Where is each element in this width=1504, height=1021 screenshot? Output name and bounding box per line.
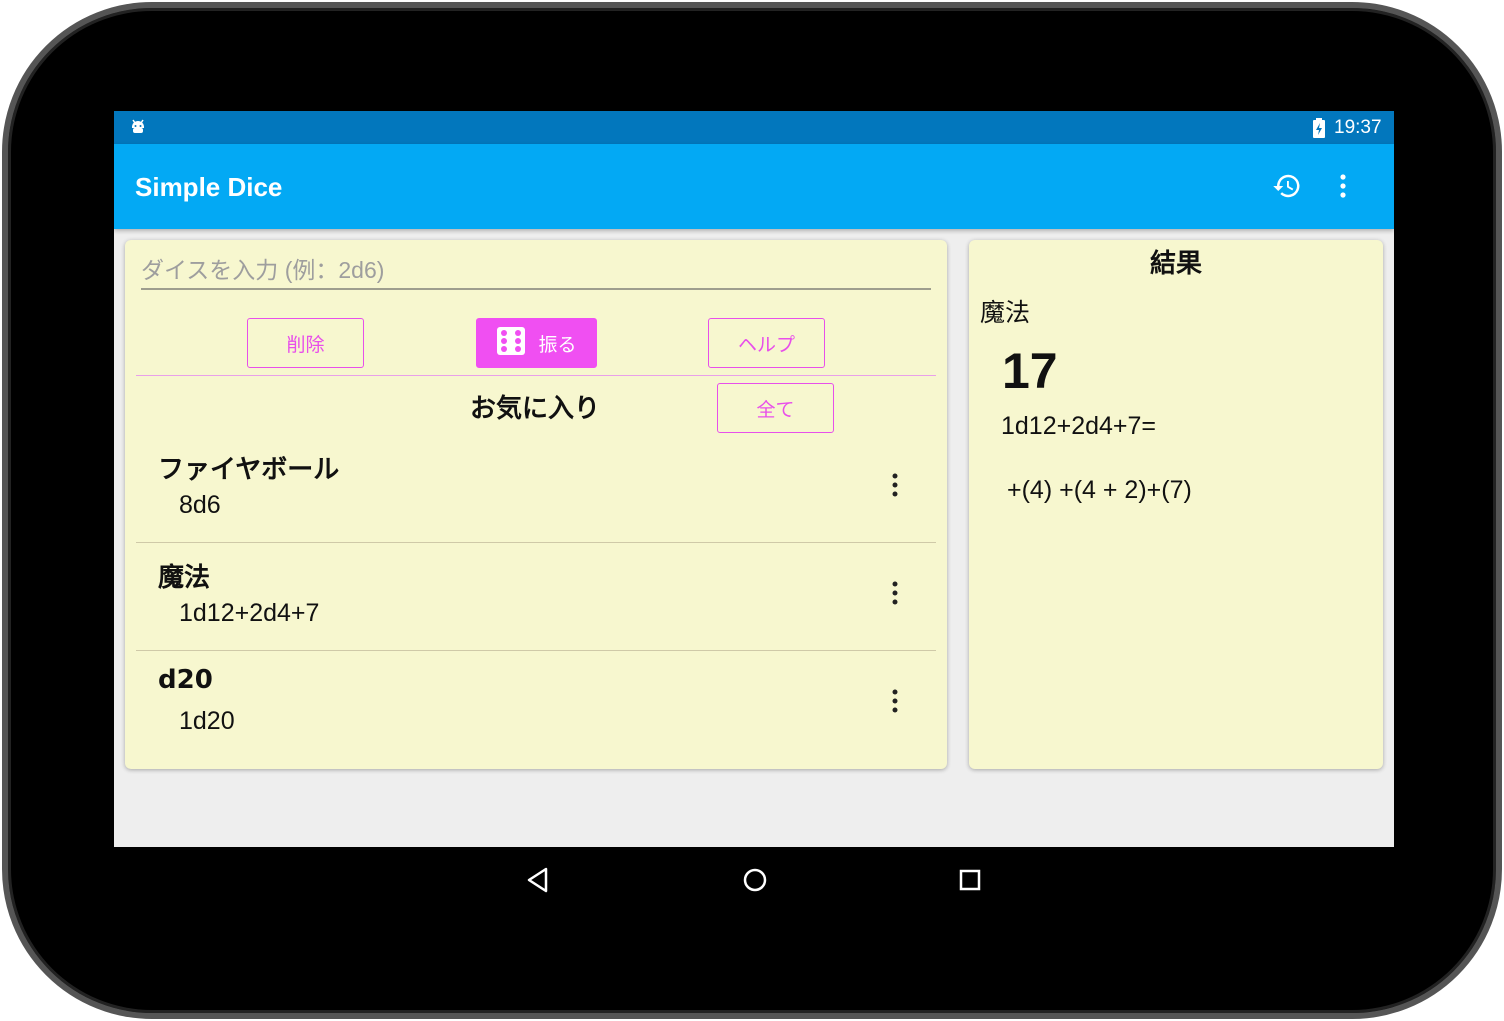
navigation-bar — [114, 847, 1394, 913]
battery-charging-icon — [1312, 118, 1326, 142]
result-breakdown: +(4) +(4 + 2)+(7) — [1007, 476, 1192, 504]
result-heading: 結果 — [1149, 249, 1202, 279]
overflow-menu-icon[interactable] — [1334, 171, 1352, 205]
section-divider — [136, 375, 936, 376]
result-total: 17 — [1002, 343, 1058, 399]
favorite-item-d20[interactable]: d20 1d20 — [136, 651, 936, 759]
more-vert-icon[interactable] — [891, 688, 899, 718]
favorites-title: お気に入り — [470, 394, 601, 424]
favorite-formula: 8d6 — [179, 491, 221, 519]
roll-button[interactable]: 振る — [476, 318, 597, 368]
app-title: Simple Dice — [135, 172, 283, 202]
more-vert-icon[interactable] — [891, 472, 899, 502]
delete-button-label: 削除 — [286, 333, 325, 356]
roll-button-label: 振る — [538, 333, 577, 356]
help-button[interactable]: ヘルプ — [708, 318, 825, 368]
result-expression: 1d12+2d4+7= — [1001, 412, 1157, 440]
favorite-name: ファイヤボール — [158, 455, 340, 485]
result-name: 魔法 — [980, 298, 1031, 327]
favorite-formula: 1d12+2d4+7 — [179, 599, 320, 627]
favorite-item-fireball[interactable]: ファイヤボール 8d6 — [136, 435, 936, 543]
favorite-name: 魔法 — [158, 563, 211, 593]
android-debug-icon — [130, 118, 146, 140]
recents-icon[interactable] — [956, 865, 984, 899]
dice-input[interactable] — [141, 252, 931, 290]
back-icon[interactable] — [524, 865, 552, 899]
favorite-item-magic[interactable]: 魔法 1d12+2d4+7 — [136, 543, 936, 651]
result-card: 結果 魔法 17 1d12+2d4+7= +(4) +(4 + 2)+(7) — [969, 240, 1383, 769]
all-button-label: 全て — [756, 398, 795, 421]
favorite-name: d20 — [158, 665, 213, 695]
favorite-formula: 1d20 — [179, 707, 235, 735]
history-icon[interactable] — [1272, 171, 1302, 205]
dice-icon — [496, 326, 526, 361]
more-vert-icon[interactable] — [891, 580, 899, 610]
help-button-label: ヘルプ — [737, 333, 795, 356]
dice-card: 削除 振る ヘルプ お気に入り 全て — [125, 240, 947, 769]
delete-button[interactable]: 削除 — [247, 318, 364, 368]
screen: 19:37 Simple Dice 削除 — [114, 111, 1394, 847]
status-time: 19:37 — [1334, 117, 1382, 138]
all-button[interactable]: 全て — [717, 383, 834, 433]
app-bar: Simple Dice — [114, 144, 1394, 229]
home-icon[interactable] — [740, 865, 770, 899]
status-bar: 19:37 — [114, 111, 1394, 144]
